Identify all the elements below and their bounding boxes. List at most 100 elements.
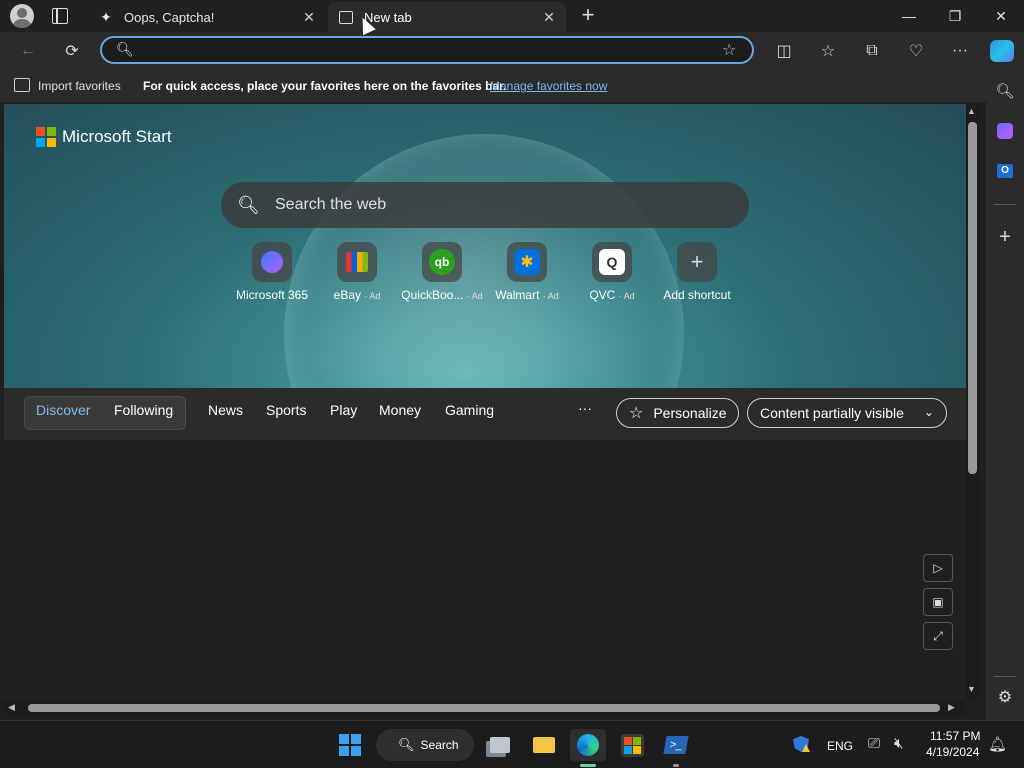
shortcut-microsoft-365[interactable]: Microsoft 365 [230,242,314,302]
new-tab-button[interactable]: + [578,4,598,28]
network-icon[interactable]: ⎚ [868,735,880,752]
windows-taskbar: 🔍︎ Search >_ ENG ⎚ 🔇︎ 11:57 PM 4/19/2024… [0,720,1024,768]
task-view-icon[interactable] [482,729,518,761]
web-search-box[interactable]: 🔍︎ Search the web [221,182,749,228]
shortcut-label: Walmart [495,288,540,302]
collections-icon[interactable]: ⧉ [858,38,886,64]
scroll-right-arrow-icon[interactable]: ▶ [948,702,955,713]
tab-oops-captcha[interactable]: ✦ Oops, Captcha! ✕ [88,2,326,32]
shortcut-quickbooks[interactable]: qb QuickBoo... · Ad [400,242,484,302]
tab-following[interactable]: Following [114,402,173,418]
sparkle-icon: ✦ [100,8,112,25]
microsoft-start-brand[interactable]: Microsoft Start [36,126,172,148]
import-favorites-icon[interactable] [14,78,30,92]
tab-actions-icon[interactable] [52,8,68,24]
search-placeholder: Search the web [275,196,387,213]
profile-avatar[interactable] [10,4,34,28]
search-icon: 🔍︎ [116,41,134,57]
browser-essentials-icon[interactable]: ♡ [902,38,930,64]
tab-label: Oops, Captcha! [124,9,215,25]
play-video-button[interactable]: ▷ [923,554,953,582]
nav-gaming[interactable]: Gaming [445,402,494,418]
back-arrow-icon[interactable]: ← [14,38,42,64]
add-favorite-star-icon[interactable]: ☆ [722,40,736,60]
clock-date[interactable]: 4/19/2024 [926,745,979,759]
windows-logo-icon [339,734,361,756]
add-sidebar-app-icon[interactable]: + [986,222,1024,252]
more-menu-icon[interactable]: ··· [946,38,974,64]
powershell-icon[interactable]: >_ [658,729,694,761]
shortcut-label: QVC [589,288,616,302]
quickbooks-icon: qb [429,249,455,275]
tab-discover[interactable]: Discover [36,402,90,418]
copilot-sidebar-icon[interactable] [986,116,1024,146]
sidebar-search-icon[interactable]: 🔍︎ [986,76,1024,106]
split-screen-icon[interactable]: ◫ [770,38,798,64]
personalize-star-icon: ☆ [629,405,644,422]
favorites-bar-message: For quick access, place your favorites h… [143,79,507,93]
newtab-icon [338,9,354,25]
manage-favorites-link[interactable]: Manage favorites now [490,79,607,93]
address-bar[interactable]: 🔍︎ ☆ [100,36,754,64]
chevron-down-icon: ⌄ [923,405,934,419]
plus-icon: + [690,249,704,274]
minimize-button[interactable]: — [886,0,932,32]
shortcut-label: Add shortcut [663,288,731,302]
scroll-left-arrow-icon[interactable]: ◀ [8,702,15,713]
close-tab-icon[interactable]: ✕ [298,9,320,26]
microsoft-365-icon [261,251,283,273]
favorites-icon[interactable]: ☆ [814,38,842,64]
vertical-scroll-thumb[interactable] [968,122,977,474]
personalize-button[interactable]: ☆ Personalize [616,398,739,428]
ad-badge: · Ad [618,291,635,301]
personalize-label: Personalize [653,405,727,421]
running-app-indicator [673,764,679,767]
file-explorer-icon[interactable] [526,729,562,761]
content-visibility-dropdown[interactable]: Content partially visible ⌄ [747,398,947,428]
close-tab-icon[interactable]: ✕ [538,9,560,26]
address-input[interactable] [142,41,706,61]
title-bar: ✦ Oops, Captcha! ✕ New tab ✕ + — ❐ ✕ [0,0,1024,32]
edge-browser-icon[interactable] [570,729,606,761]
microsoft-logo-icon [36,127,56,147]
outlook-icon[interactable]: O [986,156,1024,186]
language-indicator[interactable]: ENG [827,739,853,753]
refresh-icon[interactable]: ⟳ [58,38,86,64]
tab-label: New tab [364,9,412,25]
start-button[interactable] [332,729,368,761]
background-image-button[interactable]: ▣ [923,588,953,616]
scroll-down-arrow-icon[interactable]: ▼ [967,684,976,694]
nav-news[interactable]: News [208,402,243,418]
copilot-icon[interactable] [990,40,1014,62]
search-icon: 🔍︎ [398,737,415,752]
microsoft-store-icon[interactable] [614,729,650,761]
restore-button[interactable]: ❐ [932,0,978,32]
favorites-bar: Import favorites For quick access, place… [0,70,1024,102]
taskbar-search[interactable]: 🔍︎ Search [376,729,474,761]
shortcut-walmart[interactable]: ✱ Walmart · Ad [485,242,569,302]
nav-play[interactable]: Play [330,402,357,418]
new-tab-page: Microsoft Start 🔍︎ Search the web Micros… [4,104,966,700]
search-icon: 🔍︎ [237,194,260,215]
shortcut-ebay[interactable]: eBay · Ad [315,242,399,302]
close-window-button[interactable]: ✕ [978,0,1024,32]
nav-money[interactable]: Money [379,402,421,418]
clock-time[interactable]: 11:57 PM [930,729,980,743]
sidebar-divider [994,204,1016,205]
qvc-icon: Q [599,249,625,275]
add-shortcut-button[interactable]: + Add shortcut [655,242,739,302]
more-nav-button[interactable]: ··· [578,400,592,416]
import-favorites-link[interactable]: Import favorites [38,79,121,93]
volume-muted-icon[interactable]: 🔇︎ [894,735,903,752]
edge-sidebar: 🔍︎ O + ⚙ [986,70,1024,720]
shortcut-qvc[interactable]: Q QVC · Ad [570,242,654,302]
notifications-bell-icon[interactable]: 🔔︎ [988,735,1007,753]
walmart-spark-icon: ✱ [514,249,540,275]
brand-label: Microsoft Start [62,127,172,146]
horizontal-scroll-thumb[interactable] [28,704,940,712]
sidebar-settings-gear-icon[interactable]: ⚙ [986,682,1024,712]
scroll-up-arrow-icon[interactable]: ▲ [967,106,976,116]
nav-sports[interactable]: Sports [266,402,306,418]
ad-badge: · Ad [364,291,381,301]
expand-button[interactable]: ⤢ [923,622,953,650]
